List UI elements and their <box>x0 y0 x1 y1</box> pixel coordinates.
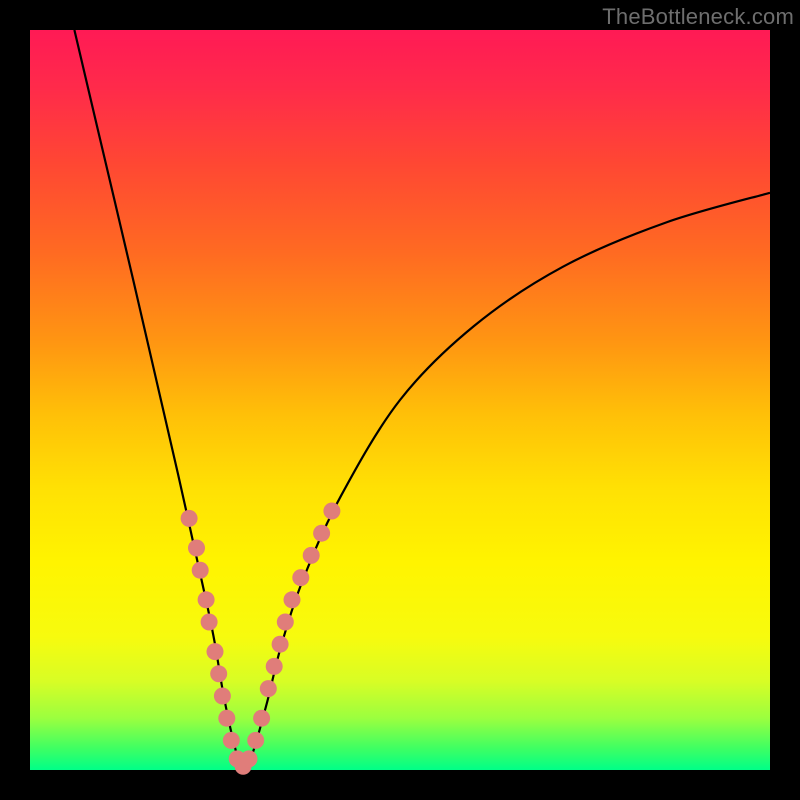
data-marker <box>223 732 240 749</box>
data-marker <box>210 665 227 682</box>
data-marker <box>272 636 289 653</box>
data-marker <box>247 732 264 749</box>
data-marker <box>284 591 301 608</box>
data-marker <box>241 750 258 767</box>
data-marker <box>207 643 224 660</box>
data-marker <box>201 614 218 631</box>
data-marker <box>188 540 205 557</box>
data-marker <box>323 503 340 520</box>
data-marker <box>277 614 294 631</box>
data-marker <box>218 710 235 727</box>
data-marker <box>192 562 209 579</box>
data-marker <box>260 680 277 697</box>
plot-area <box>30 30 770 770</box>
marker-group <box>181 503 341 775</box>
data-marker <box>266 658 283 675</box>
data-marker <box>313 525 330 542</box>
bottleneck-curve <box>74 30 770 770</box>
data-marker <box>181 510 198 527</box>
data-marker <box>214 688 231 705</box>
data-marker <box>303 547 320 564</box>
data-marker <box>292 569 309 586</box>
chart-frame: TheBottleneck.com <box>0 0 800 800</box>
curve-svg <box>30 30 770 770</box>
data-marker <box>198 591 215 608</box>
watermark-text: TheBottleneck.com <box>602 4 794 30</box>
data-marker <box>253 710 270 727</box>
